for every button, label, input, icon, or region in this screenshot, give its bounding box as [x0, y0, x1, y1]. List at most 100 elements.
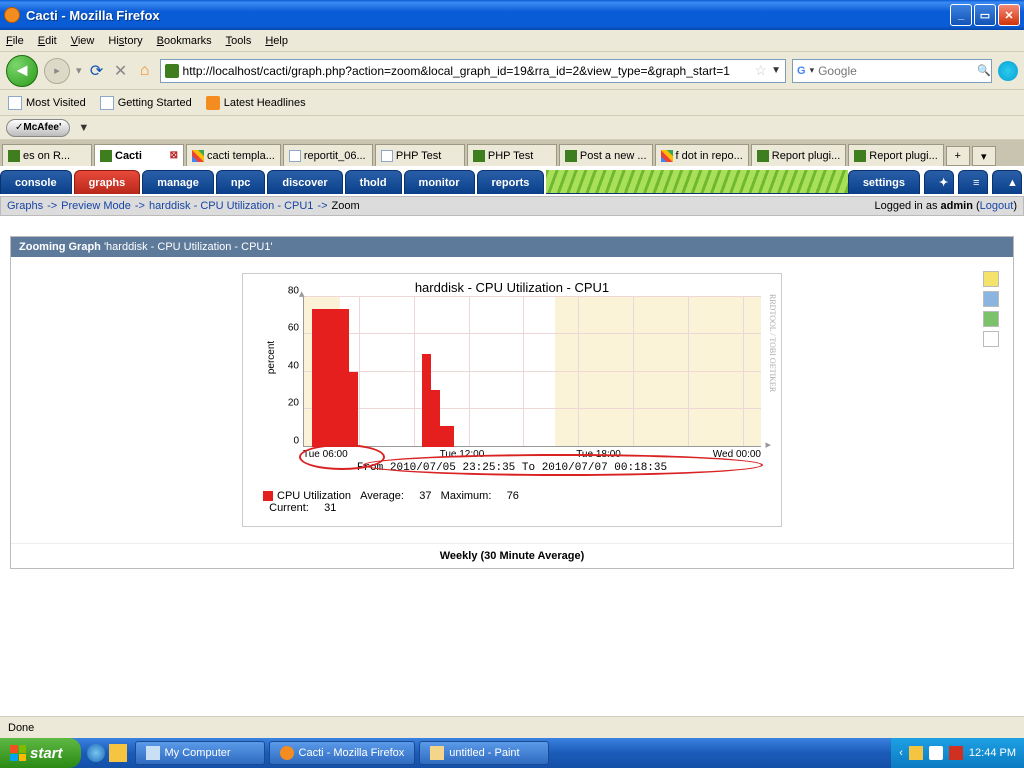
search-input[interactable] [818, 64, 973, 78]
tab-reportit[interactable]: reportit_06... [283, 144, 373, 166]
url-dropdown-icon[interactable]: ▼ [771, 65, 781, 76]
reload-button[interactable]: ⟳ [88, 61, 106, 81]
task-firefox[interactable]: Cacti - Mozilla Firefox [269, 741, 416, 765]
url-input[interactable] [183, 64, 751, 78]
tab-php-test-1[interactable]: PHP Test [375, 144, 465, 166]
cacti-tab-reports[interactable]: reports [477, 170, 545, 194]
menu-edit[interactable]: Edit [38, 35, 57, 47]
tab-report-plugi-1[interactable]: Report plugi... [751, 144, 846, 166]
paint-icon [430, 746, 444, 760]
menubar: File Edit View History Bookmarks Tools H… [0, 30, 1024, 52]
page-icon [289, 150, 301, 162]
tab-cacti-templa[interactable]: cacti templa... [186, 144, 281, 166]
ytick: 20 [275, 398, 299, 409]
tab-es-on-r[interactable]: es on R... [2, 144, 92, 166]
new-tab-button[interactable]: + [946, 146, 970, 166]
menu-bookmarks[interactable]: Bookmarks [157, 35, 212, 47]
tab-php-test-2[interactable]: PHP Test [467, 144, 557, 166]
page-icon [100, 96, 114, 110]
crumb-graphs[interactable]: Graphs [7, 200, 43, 212]
stop-button[interactable]: ✕ [112, 61, 130, 81]
crumb-zoom: Zoom [332, 200, 360, 212]
mcafee-dropdown-icon[interactable]: ▼ [78, 122, 89, 134]
breadcrumb: Graphs-> Preview Mode-> harddisk - CPU U… [0, 196, 1024, 216]
back-button[interactable]: ◄ [6, 55, 38, 87]
logout-link[interactable]: Logout [980, 200, 1014, 212]
cacti-icon-button-1[interactable]: ✦ [924, 170, 954, 194]
system-tray[interactable]: ‹ 12:44 PM [891, 738, 1024, 768]
cacti-tab-settings[interactable]: settings [848, 170, 920, 194]
google-icon [661, 150, 673, 162]
tray-icon[interactable] [909, 746, 923, 760]
tab-report-plugi-2[interactable]: Report plugi... [848, 144, 943, 166]
zoom-icon[interactable] [983, 291, 999, 307]
csv-icon[interactable] [983, 311, 999, 327]
task-paint[interactable]: untitled - Paint [419, 741, 549, 765]
crumb-harddisk[interactable]: harddisk - CPU Utilization - CPU1 [149, 200, 313, 212]
google-icon [192, 150, 204, 162]
x-axis: Tue 06:00Tue 12:00Tue 18:00Wed 00:00 [243, 447, 781, 460]
ytick: 0 [275, 436, 299, 447]
graph-legend: CPU Utilization Average: 37 Maximum: 76 … [243, 482, 781, 526]
explorer-icon[interactable] [109, 744, 127, 762]
graph[interactable]: harddisk - CPU Utilization - CPU1 RRDTOO… [242, 273, 782, 527]
bookmark-getting-started[interactable]: Getting Started [100, 96, 192, 110]
cacti-icon [8, 150, 20, 162]
crumb-preview[interactable]: Preview Mode [61, 200, 131, 212]
cacti-tab-graphs[interactable]: graphs [74, 170, 141, 194]
minimize-button[interactable]: _ [950, 4, 972, 26]
search-bar[interactable]: G ▾ 🔍 [792, 59, 992, 83]
cacti-tab-npc[interactable]: npc [216, 170, 266, 194]
url-bar[interactable]: ☆ ▼ [160, 59, 786, 83]
wrench-icon[interactable] [983, 271, 999, 287]
cacti-tab-monitor[interactable]: monitor [404, 170, 475, 194]
edit-icon[interactable] [983, 331, 999, 347]
firefox-icon [280, 746, 294, 760]
home-button[interactable]: ⌂ [136, 62, 154, 80]
status-bar: Done [0, 716, 1024, 738]
cacti-tab-thold[interactable]: thold [345, 170, 402, 194]
status-text: Done [8, 722, 34, 734]
menu-view[interactable]: View [71, 35, 95, 47]
clock[interactable]: 12:44 PM [969, 747, 1016, 759]
ie-icon[interactable] [87, 744, 105, 762]
cacti-tab-console[interactable]: console [0, 170, 72, 194]
tab-post-new[interactable]: Post a new ... [559, 144, 653, 166]
cacti-nav: console graphs manage npc discover thold… [0, 166, 1024, 196]
tray-icon[interactable] [949, 746, 963, 760]
ytick: 40 [275, 360, 299, 371]
cacti-icon [757, 150, 769, 162]
search-icon[interactable]: 🔍 [977, 64, 991, 77]
cacti-tab-manage[interactable]: manage [142, 170, 214, 194]
tab-f-dot[interactable]: f dot in repo... [655, 144, 749, 166]
menu-file[interactable]: File [6, 35, 24, 47]
bookmark-latest-headlines[interactable]: Latest Headlines [206, 96, 306, 110]
tab-overflow-button[interactable]: ▾ [972, 146, 996, 166]
ytick: 80 [275, 285, 299, 296]
computer-icon [146, 746, 160, 760]
cacti-icon-button-2[interactable]: ≡ [958, 170, 988, 194]
forward-button[interactable]: ▸ [44, 58, 70, 84]
bookmark-star-icon[interactable]: ☆ [755, 62, 768, 79]
task-my-computer[interactable]: My Computer [135, 741, 265, 765]
rss-icon [206, 96, 220, 110]
page-icon [8, 96, 22, 110]
skype-icon[interactable] [998, 61, 1018, 81]
mcafee-button[interactable]: ✓ McAfee' [6, 119, 70, 137]
menu-history[interactable]: History [108, 35, 142, 47]
menu-tools[interactable]: Tools [226, 35, 252, 47]
window-title: Cacti - Mozilla Firefox [26, 8, 950, 23]
graph-action-icons [983, 271, 999, 347]
start-button[interactable]: start [0, 738, 81, 768]
menu-help[interactable]: Help [265, 35, 288, 47]
cacti-nav-spacer [546, 170, 847, 194]
bookmark-most-visited[interactable]: Most Visited [8, 96, 86, 110]
cacti-tab-discover[interactable]: discover [267, 170, 342, 194]
close-button[interactable]: ✕ [998, 4, 1020, 26]
tab-cacti[interactable]: Cacti⊠ [94, 144, 184, 166]
tab-close-icon[interactable]: ⊠ [170, 150, 178, 161]
tray-icon[interactable] [929, 746, 943, 760]
graph-caption: Weekly (30 Minute Average) [11, 543, 1013, 568]
maximize-button[interactable]: ▭ [974, 4, 996, 26]
cacti-icon-button-3[interactable]: ▲ [992, 170, 1022, 194]
